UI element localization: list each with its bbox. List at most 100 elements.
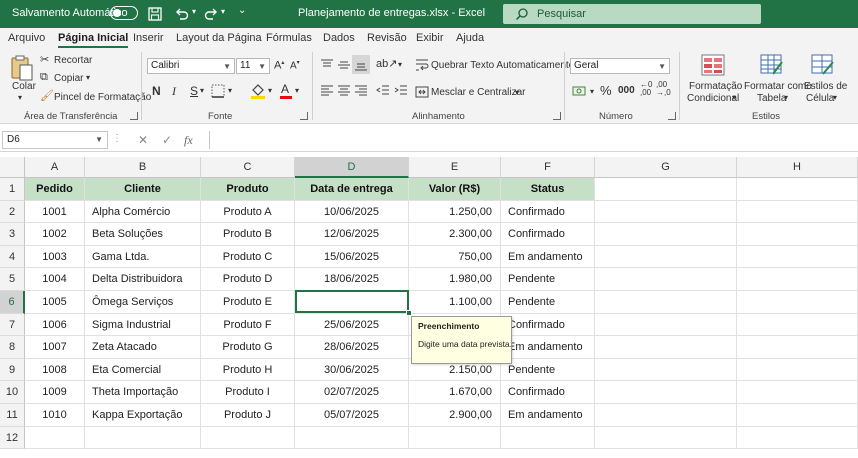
table-cell[interactable]: Produto B — [201, 223, 295, 246]
font-name-select[interactable]: Calibri ▼ — [147, 58, 235, 74]
table-cell[interactable]: Gama Ltda. — [85, 245, 201, 269]
table-cell[interactable] — [737, 291, 858, 314]
row-header-3[interactable]: 3 — [0, 223, 25, 246]
merge-dropdown-icon[interactable]: ▾ — [515, 88, 519, 97]
table-cell[interactable]: 1004 — [25, 268, 85, 291]
conditional-dropdown-icon[interactable]: ▾ — [732, 93, 736, 102]
cancel-entry-icon[interactable]: ✕ — [138, 133, 148, 147]
orientation-icon[interactable]: ab↗ — [376, 57, 397, 70]
table-cell[interactable]: 12/06/2025 — [295, 223, 409, 246]
paste-dropdown-icon[interactable]: ▾ — [18, 93, 22, 102]
format-table-dropdown-icon[interactable]: ▾ — [784, 93, 788, 102]
name-box[interactable]: D6 ▼ — [2, 131, 108, 149]
table-cell[interactable]: 2.900,00 — [409, 404, 501, 427]
row-header-10[interactable]: 10 — [0, 381, 25, 404]
confirm-entry-icon[interactable]: ✓ — [162, 133, 172, 147]
table-cell[interactable] — [201, 426, 295, 450]
table-cell[interactable]: 1006 — [25, 313, 85, 337]
table-cell[interactable]: Produto A — [201, 200, 295, 224]
format-table-label-2[interactable]: Tabela — [757, 93, 786, 104]
number-format-select[interactable]: Geral ▼ — [570, 58, 670, 74]
table-cell[interactable]: 10/06/2025 — [295, 200, 409, 224]
table-cell[interactable] — [737, 404, 858, 427]
tab-dados[interactable]: Dados — [323, 32, 355, 44]
table-cell[interactable]: Produto D — [201, 268, 295, 291]
row-header-4[interactable]: 4 — [0, 245, 25, 269]
header-cell[interactable]: Status — [501, 178, 595, 201]
table-cell[interactable]: 30/06/2025 — [295, 358, 409, 382]
row-header-6[interactable]: 6 — [0, 291, 25, 314]
format-painter-icon[interactable]: 🖌 — [40, 89, 54, 102]
table-cell[interactable] — [737, 381, 858, 404]
row-header-12[interactable]: 12 — [0, 426, 25, 450]
table-cell[interactable]: 1010 — [25, 404, 85, 427]
conditional-formatting-label-1[interactable]: Formatação — [689, 81, 742, 92]
tab-arquivo[interactable]: Arquivo — [8, 32, 45, 44]
align-top-icon[interactable] — [320, 58, 334, 72]
copy-icon[interactable]: ⧉ — [40, 71, 48, 84]
tab-ajuda[interactable]: Ajuda — [456, 32, 484, 44]
fill-color-dropdown-icon[interactable]: ▾ — [268, 86, 272, 95]
tab-inserir[interactable]: Inserir — [133, 32, 164, 44]
insert-function-icon[interactable]: fx — [184, 133, 193, 148]
table-cell[interactable] — [737, 178, 858, 201]
table-cell[interactable] — [595, 223, 737, 246]
font-color-dropdown-icon[interactable]: ▾ — [295, 86, 299, 95]
orientation-dropdown-icon[interactable]: ▾ — [398, 60, 402, 69]
table-cell[interactable] — [501, 426, 595, 450]
table-cell[interactable] — [595, 336, 737, 359]
increase-indent-icon[interactable] — [394, 84, 408, 98]
table-cell[interactable]: Em andamento — [501, 245, 595, 269]
font-launcher-icon[interactable] — [300, 112, 308, 120]
increase-font-icon[interactable]: A▴ — [274, 59, 284, 72]
number-launcher-icon[interactable] — [668, 112, 676, 120]
borders-dropdown-icon[interactable]: ▾ — [228, 86, 232, 95]
decrease-indent-icon[interactable] — [376, 84, 390, 98]
select-all-corner[interactable] — [0, 157, 25, 178]
wrap-text-icon[interactable] — [415, 58, 429, 72]
percent-icon[interactable]: % — [600, 83, 612, 98]
cell-styles-label-2[interactable]: Célula — [806, 93, 834, 104]
cut-label[interactable]: Recortar — [54, 55, 92, 66]
accounting-dropdown-icon[interactable]: ▾ — [590, 87, 594, 96]
column-header-a[interactable]: A — [25, 157, 85, 178]
table-cell[interactable]: Produto J — [201, 404, 295, 427]
table-cell[interactable]: 750,00 — [409, 245, 501, 269]
table-cell[interactable]: Sigma Industrial — [85, 313, 201, 337]
tab-revisao[interactable]: Revisão — [367, 32, 407, 44]
header-cell[interactable]: Produto — [201, 178, 295, 201]
table-cell[interactable] — [737, 313, 858, 337]
table-cell[interactable] — [737, 200, 858, 224]
table-cell[interactable] — [595, 245, 737, 269]
table-cell[interactable] — [295, 426, 409, 450]
align-center-icon[interactable] — [337, 84, 351, 98]
table-cell[interactable]: Confirmado — [501, 200, 595, 224]
table-cell[interactable]: Kappa Exportação — [85, 404, 201, 427]
table-cell[interactable] — [737, 358, 858, 382]
font-size-select[interactable]: 11 ▼ — [236, 58, 270, 74]
table-cell[interactable] — [85, 426, 201, 450]
table-cell[interactable] — [595, 268, 737, 291]
table-cell[interactable] — [595, 426, 737, 450]
table-cell[interactable]: 1.100,00 — [409, 291, 501, 314]
clipboard-launcher-icon[interactable] — [130, 112, 138, 120]
table-cell[interactable]: Eta Comercial — [85, 358, 201, 382]
italic-button[interactable]: I — [172, 84, 176, 99]
row-header-1[interactable]: 1 — [0, 178, 25, 201]
align-bottom-button[interactable] — [352, 55, 370, 74]
table-cell[interactable]: 1.670,00 — [409, 381, 501, 404]
table-cell[interactable] — [595, 291, 737, 314]
table-cell[interactable]: Pendente — [501, 291, 595, 314]
table-cell[interactable]: Delta Distribuidora — [85, 268, 201, 291]
table-cell[interactable]: Ômega Serviços — [85, 291, 201, 314]
table-cell[interactable] — [409, 426, 501, 450]
font-color-icon[interactable]: A — [279, 82, 293, 100]
table-cell[interactable]: 02/07/2025 — [295, 381, 409, 404]
header-cell[interactable]: Cliente — [85, 178, 201, 201]
table-cell[interactable]: 15/06/2025 — [295, 245, 409, 269]
fill-color-icon[interactable] — [250, 82, 266, 100]
bold-button[interactable]: N — [152, 84, 161, 98]
table-cell[interactable] — [737, 426, 858, 450]
table-cell[interactable]: Produto G — [201, 336, 295, 359]
align-left-icon[interactable] — [320, 84, 334, 98]
